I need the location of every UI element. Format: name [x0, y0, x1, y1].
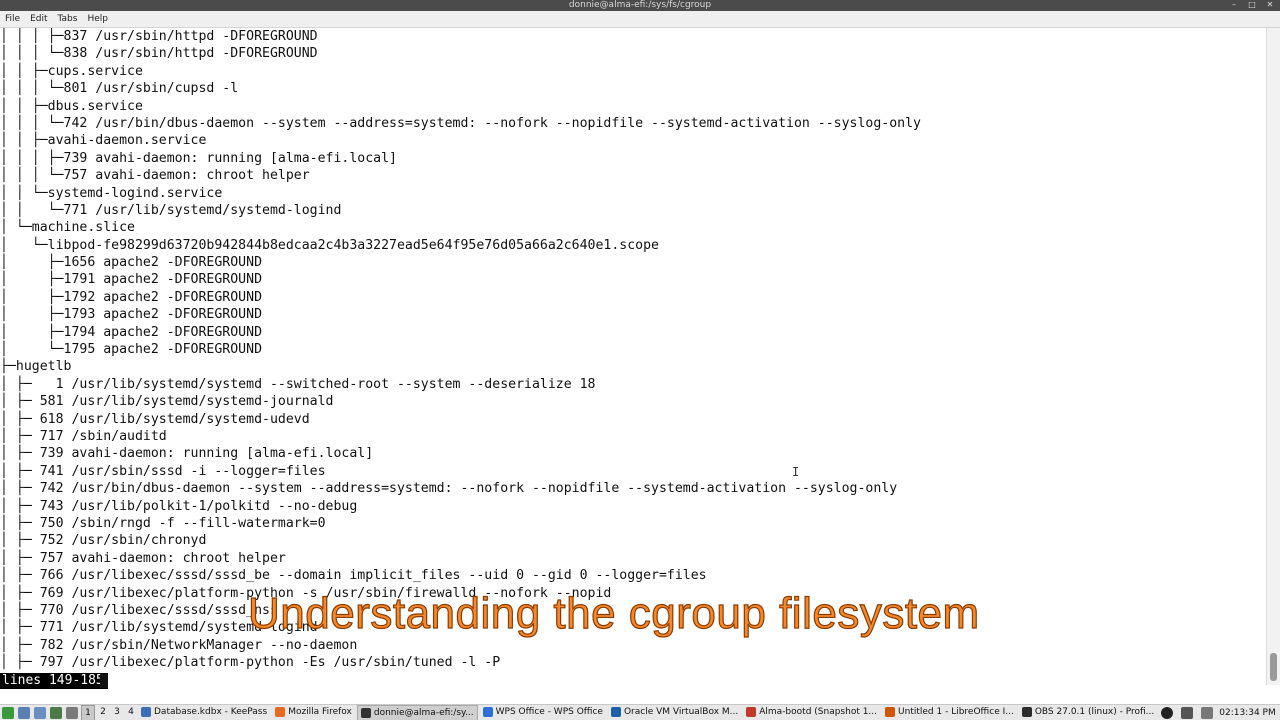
task-app-icon — [275, 707, 286, 717]
terminal-line: │ ├─ 743 /usr/lib/polkit-1/polkitd --no-… — [0, 498, 358, 514]
taskbar-task[interactable]: donnie@alma-efi:/sy... — [356, 705, 478, 720]
terminal-line: │ └─machine.slice — [0, 220, 135, 236]
terminal-line: │ ├─ 739 avahi-daemon: running [alma-efi… — [0, 446, 374, 462]
taskbar-task[interactable]: Database.kdbx - KeePass — [138, 705, 270, 719]
taskbar: 1234 Database.kdbx - KeePass Mozilla Fire… — [0, 704, 1280, 720]
terminal-line: │ ├─1656 apache2 -DFOREGROUND — [0, 255, 263, 271]
terminal-line: │ ├─ 1 /usr/lib/systemd/systemd --switch… — [0, 376, 596, 392]
task-label: Oracle VM VirtualBox M... — [623, 707, 739, 717]
terminal-line: │ │ │ └─801 /usr/sbin/cupsd -l — [0, 81, 239, 97]
terminal-line: │ │ └─systemd-logind.service — [0, 185, 223, 201]
terminal-line: │ ├─ 766 /usr/libexec/sssd/sssd_be --dom… — [0, 568, 707, 584]
terminal-cursor — [100, 674, 108, 688]
desktop-switcher: 1234 — [80, 705, 138, 720]
taskbar-task[interactable]: Alma-bootd (Snapshot 1... — [743, 705, 880, 719]
terminal-line: │ ├─1793 apache2 -DFOREGROUND — [0, 307, 263, 323]
terminal-line: │ ├─ 750 /sbin/rngd -f --fill-watermark=… — [0, 515, 326, 531]
scrollbar-thumb[interactable] — [1270, 653, 1277, 681]
pager-status: lines 149-185 — [0, 673, 108, 689]
task-app-icon — [885, 707, 896, 717]
maximize-icon[interactable]: □ — [1248, 1, 1256, 9]
video-caption: Understanding the cgroup filesystem — [247, 588, 980, 638]
menubar: File Edit Tabs Help — [0, 11, 1280, 28]
task-app-icon — [746, 707, 757, 717]
task-label: OBS 27.0.1 (linux) - Profi... — [1034, 707, 1155, 717]
terminal-line: │ ├─1794 apache2 -DFOREGROUND — [0, 324, 263, 340]
terminal-line: │ │ ├─dbus.service — [0, 98, 143, 114]
terminal-output[interactable]: │ │ │ ├─837 /usr/sbin/httpd -DFOREGROUND… — [0, 28, 1266, 673]
terminal-line: │ │ │ └─757 avahi-daemon: chroot helper — [0, 168, 310, 184]
terminal-line: │ ├─1791 apache2 -DFOREGROUND — [0, 272, 263, 288]
desktop-3[interactable]: 3 — [111, 705, 123, 720]
browser-launcher-icon[interactable] — [66, 707, 78, 719]
volume-icon[interactable] — [1201, 707, 1214, 719]
system-tray: 02:13:34 PM — [1159, 707, 1280, 719]
network-icon[interactable] — [1181, 707, 1194, 719]
text-cursor-icon: I — [792, 465, 800, 479]
task-label: Alma-bootd (Snapshot 1... — [759, 707, 878, 717]
terminal-line: │ ├─ 797 /usr/libexec/platform-python -E… — [0, 655, 501, 671]
taskbar-task[interactable]: OBS 27.0.1 (linux) - Profi... — [1019, 705, 1157, 719]
desktop-icon[interactable] — [34, 707, 46, 719]
desktop-4[interactable]: 4 — [125, 705, 137, 720]
terminal-launcher-icon[interactable] — [50, 707, 62, 719]
file-manager-icon[interactable] — [18, 707, 30, 719]
task-list: Database.kdbx - KeePass Mozilla Firefox do… — [138, 705, 1159, 720]
taskbar-task[interactable]: Mozilla Firefox — [272, 705, 355, 719]
terminal-scrollbar[interactable] — [1266, 28, 1280, 685]
desktop-2[interactable]: 2 — [97, 705, 109, 720]
terminal-line: │ │ │ ├─837 /usr/sbin/httpd -DFOREGROUND — [0, 29, 318, 44]
terminal-line: │ ├─ 757 avahi-daemon: chroot helper — [0, 550, 286, 566]
taskbar-task[interactable]: Oracle VM VirtualBox M... — [608, 705, 741, 719]
taskbar-task[interactable]: WPS Office - WPS Office — [480, 705, 606, 719]
terminal-line: ├─hugetlb — [0, 359, 72, 375]
task-label: Untitled 1 - LibreOffice I... — [898, 707, 1014, 717]
terminal-line: │ │ │ └─742 /usr/bin/dbus-daemon --syste… — [0, 115, 921, 131]
terminal-line: │ │ │ ├─739 avahi-daemon: running [alma-… — [0, 150, 397, 166]
app-menu-icon[interactable] — [2, 707, 14, 719]
terminal-line: │ ├─ 581 /usr/lib/systemd/systemd-journa… — [0, 394, 334, 410]
close-icon[interactable]: ✕ — [1266, 1, 1274, 9]
task-app-icon — [1021, 707, 1032, 717]
task-app-icon — [360, 708, 371, 718]
terminal-line: │ │ └─771 /usr/lib/systemd/systemd-login… — [0, 202, 342, 218]
taskbar-task[interactable]: Untitled 1 - LibreOffice I... — [882, 705, 1017, 719]
window-titlebar[interactable]: donnie@alma-efi:/sys/fs/cgroup – □ ✕ — [0, 0, 1280, 11]
menu-help[interactable]: Help — [82, 11, 113, 27]
task-app-icon — [141, 707, 151, 717]
terminal-line: │ ├─ 717 /sbin/auditd — [0, 428, 167, 444]
task-app-icon — [610, 707, 621, 717]
terminal-line: │ ├─ 752 /usr/sbin/chronyd — [0, 533, 207, 549]
obs-tray-icon[interactable] — [1161, 707, 1174, 719]
window-title: donnie@alma-efi:/sys/fs/cgroup — [568, 0, 712, 10]
terminal-line: │ │ ├─avahi-daemon.service — [0, 133, 207, 149]
menu-edit[interactable]: Edit — [25, 11, 52, 27]
terminal-line: │ ├─ 741 /usr/sbin/sssd -i --logger=file… — [0, 463, 326, 479]
minimize-icon[interactable]: – — [1230, 1, 1238, 9]
task-label: WPS Office - WPS Office — [495, 707, 603, 717]
task-label: donnie@alma-efi:/sy... — [373, 708, 474, 718]
terminal-line: │ └─1795 apache2 -DFOREGROUND — [0, 342, 263, 358]
terminal-line: │ │ ├─cups.service — [0, 63, 143, 79]
task-label: Mozilla Firefox — [288, 707, 352, 717]
menu-tabs[interactable]: Tabs — [53, 11, 83, 27]
terminal-line: │ ├─1792 apache2 -DFOREGROUND — [0, 289, 263, 305]
terminal-line: │ ├─ 618 /usr/lib/systemd/systemd-udevd — [0, 411, 310, 427]
terminal-line: │ ├─ 742 /usr/bin/dbus-daemon --system -… — [0, 481, 898, 497]
menu-file[interactable]: File — [0, 11, 25, 27]
terminal-line: │ │ │ └─838 /usr/sbin/httpd -DFOREGROUND — [0, 46, 318, 62]
desktop-1[interactable]: 1 — [81, 705, 95, 720]
task-app-icon — [482, 707, 493, 717]
task-label: Database.kdbx - KeePass — [154, 707, 268, 717]
clock: 02:13:34 PM — [1219, 708, 1276, 718]
terminal-line: │ └─libpod-fe98299d63720b942844b8edcaa2c… — [0, 237, 659, 253]
